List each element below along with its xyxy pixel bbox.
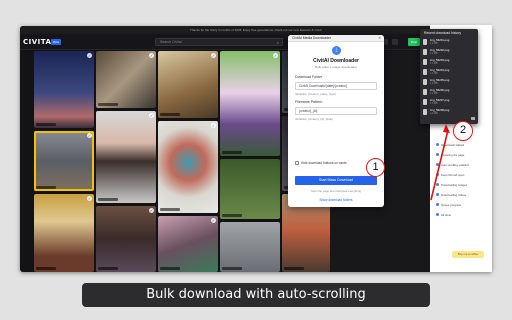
callout-arrow [430, 124, 450, 201]
caption: Bulk download with auto-scrolling [82, 283, 430, 307]
arrow-head-icon [443, 124, 450, 133]
arrow-line [430, 129, 449, 201]
